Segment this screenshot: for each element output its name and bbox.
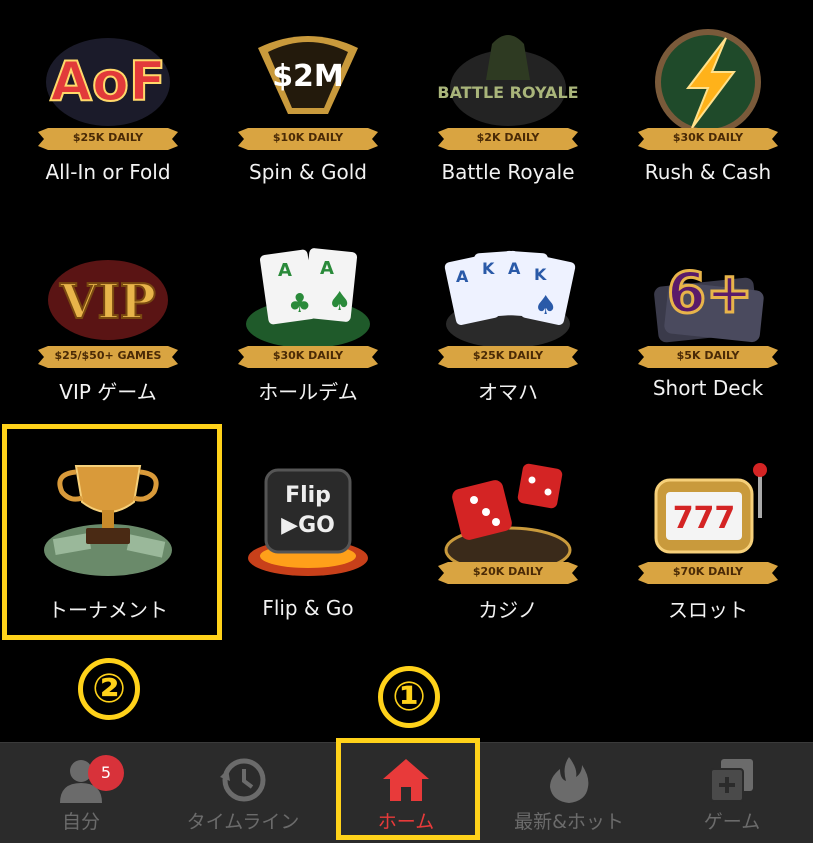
- flip-go-icon: Flip ▶GO: [236, 458, 380, 588]
- game-label: Flip & Go: [262, 596, 354, 620]
- tab-hot[interactable]: 最新&ホット: [488, 743, 650, 843]
- omaha-cards-icon: A K A K ♠ $25K DAILY: [436, 242, 580, 372]
- game-tile-spin-gold[interactable]: $2M $10K DAILY Spin & Gold: [208, 10, 408, 220]
- svg-text:AoF: AoF: [50, 50, 166, 113]
- svg-text:A: A: [456, 267, 469, 286]
- tab-label: 自分: [61, 811, 100, 833]
- spin-gold-icon: $2M $10K DAILY: [236, 24, 380, 154]
- svg-text:BATTLE ROYALE: BATTLE ROYALE: [437, 83, 578, 102]
- short-deck-icon: 6+ $5K DAILY: [636, 242, 780, 372]
- aof-icon: AoF $25K DAILY: [36, 24, 180, 154]
- tab-label: 最新&ホット: [514, 811, 624, 833]
- svg-text:K: K: [534, 265, 547, 284]
- holdem-cards-icon: A A ♣ ♠ $30K DAILY: [236, 242, 380, 372]
- game-label: オマハ: [478, 380, 538, 404]
- game-label: Spin & Gold: [249, 160, 367, 184]
- tournament-highlight-box: [2, 424, 222, 640]
- game-tile-aof[interactable]: AoF $25K DAILY All-In or Fold: [8, 10, 208, 220]
- rush-cash-banner: $30K DAILY: [638, 128, 778, 150]
- svg-text:K: K: [482, 259, 495, 278]
- game-label: スロット: [668, 598, 748, 622]
- flame-icon: [544, 755, 594, 805]
- game-tile-slot[interactable]: 777 $70K DAILY スロット: [608, 444, 808, 654]
- tab-label: ゲーム: [703, 811, 761, 833]
- home-highlight-box: [336, 738, 480, 840]
- casino-banner: $20K DAILY: [438, 562, 578, 584]
- svg-text:Flip: Flip: [285, 483, 331, 508]
- game-label: All-In or Fold: [45, 160, 171, 184]
- game-tile-rush-cash[interactable]: $30K DAILY Rush & Cash: [608, 10, 808, 220]
- game-tile-vip[interactable]: VIP $25/$50+ GAMES VIP ゲーム: [8, 228, 208, 438]
- timeline-icon: [218, 755, 268, 805]
- battle-royale-banner: $2K DAILY: [438, 128, 578, 150]
- annotation-number-1: ①: [378, 666, 440, 728]
- game-tile-casino[interactable]: $20K DAILY カジノ: [408, 444, 608, 654]
- vip-banner: $25/$50+ GAMES: [38, 346, 178, 368]
- casino-dice-icon: $20K DAILY: [436, 458, 580, 588]
- slot-banner: $70K DAILY: [638, 562, 778, 584]
- spin-gold-banner: $10K DAILY: [238, 128, 378, 150]
- svg-text:♠: ♠: [534, 291, 557, 321]
- game-tile-battle-royale[interactable]: BATTLE ROYALE $2K DAILY Battle Royale: [408, 10, 608, 220]
- slot-machine-icon: 777 $70K DAILY: [636, 458, 780, 588]
- games-icon: [707, 755, 757, 805]
- tab-games[interactable]: ゲーム: [651, 743, 813, 843]
- tab-label: タイムライン: [186, 811, 300, 833]
- game-label: VIP ゲーム: [59, 380, 157, 404]
- aof-banner: $25K DAILY: [38, 128, 178, 150]
- game-label: Short Deck: [652, 376, 764, 400]
- game-label: ホールデム: [258, 380, 358, 404]
- game-tile-omaha[interactable]: A K A K ♠ $25K DAILY オマハ: [408, 228, 608, 438]
- svg-text:♣: ♣: [288, 289, 311, 319]
- svg-text:▶GO: ▶GO: [281, 513, 335, 538]
- game-tile-flip-go[interactable]: Flip ▶GO Flip & Go: [208, 444, 408, 654]
- holdem-banner: $30K DAILY: [238, 346, 378, 368]
- game-label: Battle Royale: [441, 160, 575, 184]
- battle-royale-icon: BATTLE ROYALE $2K DAILY: [436, 24, 580, 154]
- svg-text:A: A: [278, 260, 292, 281]
- game-tile-holdem[interactable]: A A ♣ ♠ $30K DAILY ホールデム: [208, 228, 408, 438]
- tab-timeline[interactable]: タイムライン: [162, 743, 324, 843]
- tab-profile[interactable]: 5 自分: [0, 743, 162, 843]
- game-tile-short-deck[interactable]: 6+ $5K DAILY Short Deck: [608, 228, 808, 438]
- game-label: Rush & Cash: [644, 160, 772, 184]
- svg-text:A: A: [508, 259, 521, 278]
- svg-text:777: 777: [673, 501, 736, 536]
- omaha-banner: $25K DAILY: [438, 346, 578, 368]
- svg-text:♠: ♠: [328, 287, 351, 317]
- svg-text:A: A: [320, 258, 334, 279]
- game-label: カジノ: [478, 598, 538, 622]
- svg-text:$2M: $2M: [272, 59, 344, 94]
- svg-text:6+: 6+: [667, 261, 753, 326]
- lightning-icon: $30K DAILY: [636, 24, 780, 154]
- annotation-number-2: ②: [78, 658, 140, 720]
- vip-icon: VIP $25/$50+ GAMES: [36, 242, 180, 372]
- short-deck-banner: $5K DAILY: [638, 346, 778, 368]
- svg-text:VIP: VIP: [59, 274, 156, 330]
- notification-badge: 5: [88, 755, 124, 791]
